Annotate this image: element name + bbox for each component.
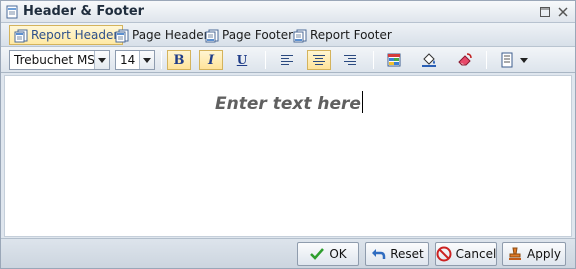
table-color-icon <box>387 53 401 67</box>
undo-arrow-icon <box>372 249 386 259</box>
align-left-icon <box>281 55 293 65</box>
italic-button[interactable]: I <box>199 50 223 70</box>
report-header-icon <box>14 29 28 42</box>
align-right-button[interactable] <box>338 50 362 70</box>
toolbar-divider <box>373 51 374 69</box>
tab-label: Page Footer <box>222 28 294 42</box>
dialog-footer: OK Reset Cancel Apply <box>1 238 575 268</box>
clear-format-button[interactable] <box>453 50 477 70</box>
maximize-icon[interactable] <box>539 6 551 18</box>
font-size-value: 14 <box>120 53 136 67</box>
font-family-select[interactable]: Trebuchet MS <box>9 50 110 70</box>
reset-label: Reset <box>390 247 424 261</box>
page-header-icon <box>115 29 129 42</box>
align-left-button[interactable] <box>275 50 299 70</box>
tab-report-header[interactable]: Report Header <box>9 25 124 45</box>
font-size-select[interactable]: 14 <box>115 50 155 70</box>
apply-button[interactable]: Apply <box>502 242 566 266</box>
toolbar-divider <box>486 51 487 69</box>
editor-content[interactable]: Enter text here <box>5 91 573 114</box>
rich-text-editor[interactable]: Enter text here <box>4 75 572 237</box>
text-caret <box>361 91 363 113</box>
cancel-button[interactable]: Cancel <box>435 242 497 266</box>
dialog-title: Header & Footer <box>23 4 145 19</box>
section-tabs: Report Header Page Header Page Footer Re… <box>1 23 575 47</box>
editor-text: Enter text here <box>215 94 361 114</box>
reset-button[interactable]: Reset <box>365 242 429 266</box>
toolbar-divider <box>161 51 162 69</box>
stamp-icon <box>509 247 522 260</box>
tab-report-footer[interactable]: Report Footer <box>289 25 396 45</box>
ok-label: OK <box>329 247 347 261</box>
report-footer-icon <box>293 29 307 42</box>
align-center-button[interactable] <box>307 50 331 70</box>
bold-button[interactable]: B <box>167 50 191 70</box>
align-right-icon <box>344 55 356 65</box>
background-color-button[interactable] <box>382 50 406 70</box>
insert-field-icon <box>501 52 512 68</box>
chevron-down-icon[interactable] <box>139 51 154 69</box>
header-footer-dialog: Header & Footer Report Header Page Heade… <box>0 0 576 269</box>
chevron-down-icon[interactable] <box>94 51 109 69</box>
tab-page-footer[interactable]: Page Footer <box>201 25 297 45</box>
paint-bucket-icon <box>422 53 436 67</box>
eraser-icon <box>458 53 472 66</box>
align-center-icon <box>313 55 325 65</box>
bold-label: B <box>173 52 185 68</box>
tab-page-header[interactable]: Page Header <box>111 25 213 45</box>
checkmark-icon <box>310 248 325 260</box>
formatting-toolbar: Trebuchet MS 14 B I U <box>1 47 575 73</box>
cancel-icon <box>436 246 452 262</box>
title-bar: Header & Footer <box>1 1 575 23</box>
document-icon <box>6 5 18 19</box>
italic-label: I <box>207 52 215 68</box>
fill-color-button[interactable] <box>417 50 441 70</box>
cancel-label: Cancel <box>455 247 497 261</box>
underline-label: U <box>236 53 248 67</box>
font-family-value: Trebuchet MS <box>14 53 94 67</box>
ok-button[interactable]: OK <box>297 242 359 266</box>
page-footer-icon <box>205 29 219 42</box>
toolbar-divider <box>265 51 266 69</box>
close-icon[interactable] <box>557 6 569 18</box>
tab-label: Page Header <box>132 28 209 42</box>
chevron-down-icon <box>519 57 528 63</box>
apply-label: Apply <box>527 247 561 261</box>
insert-field-menu-button[interactable] <box>495 50 531 70</box>
underline-button[interactable]: U <box>230 50 254 70</box>
tab-label: Report Header <box>31 28 119 42</box>
tab-label: Report Footer <box>310 28 392 42</box>
